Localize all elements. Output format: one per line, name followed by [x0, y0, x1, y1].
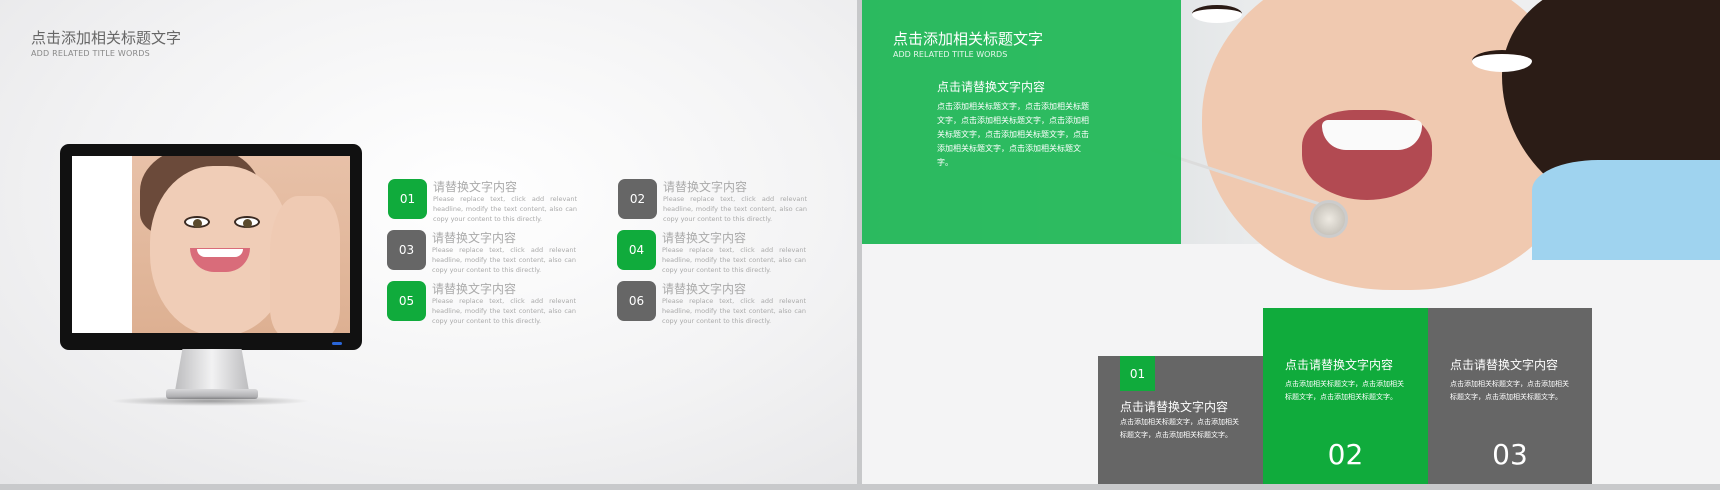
card-body: 点击添加相关标题文字，点击添加相关标题文字，点击添加相关标题文字。	[1285, 380, 1404, 401]
dental-mirror	[1310, 200, 1348, 238]
item-description: Please replace text, click add relevant …	[662, 246, 806, 274]
number-badge: 01	[388, 179, 427, 219]
monitor-stand-neck	[175, 349, 249, 391]
item-title: 请替换文字内容	[662, 282, 747, 296]
slide-subtitle: ADD RELATED TITLE WORDS	[31, 49, 150, 58]
card-title: 点击请替换文字内容	[1120, 400, 1229, 414]
card-02[interactable]: 点击请替换文字内容 点击添加相关标题文字，点击添加相关标题文字，点击添加相关标题…	[1263, 308, 1428, 484]
number-badge: 02	[618, 179, 657, 219]
number-badge: 04	[617, 230, 656, 270]
number-badge: 05	[387, 281, 426, 321]
slide-subtitle: ADD RELATED TITLE WORDS	[893, 50, 1008, 59]
item-description: Please replace text, click add relevant …	[432, 297, 576, 325]
card-number-badge: 01	[1120, 356, 1155, 391]
panel-body: 点击添加相关标题文字，点击添加相关标题文字，点击添加相关标题文字，点击添加相关标…	[937, 102, 1089, 167]
list-item[interactable]: 01 请替换文字内容 Please replace text, click ad…	[388, 179, 588, 227]
panel-heading: 点击请替换文字内容	[937, 80, 1046, 94]
presentation-canvas: 点击添加相关标题文字 ADD RELATED TITLE WORDS 01 请替…	[0, 0, 1720, 490]
item-title: 请替换文字内容	[663, 180, 748, 194]
item-title: 请替换文字内容	[432, 282, 517, 296]
monitor-image	[60, 144, 362, 350]
list-item[interactable]: 05 请替换文字内容 Please replace text, click ad…	[387, 281, 587, 329]
green-overlay-panel: 点击添加相关标题文字 ADD RELATED TITLE WORDS 点击请替换…	[862, 0, 1181, 244]
item-description: Please replace text, click add relevant …	[432, 246, 576, 274]
hero-bib	[1532, 160, 1720, 260]
number-badge: 06	[617, 281, 656, 321]
slide-title: 点击添加相关标题文字	[31, 29, 182, 47]
bottom-strip	[0, 484, 1720, 490]
portrait-hand	[270, 196, 340, 333]
card-big-number: 03	[1492, 438, 1528, 471]
portrait-right-eye	[234, 216, 260, 228]
item-description: Please replace text, click add relevant …	[662, 297, 806, 325]
item-title: 请替换文字内容	[433, 180, 518, 194]
number-badge: 03	[387, 230, 426, 270]
card-title: 点击请替换文字内容	[1285, 358, 1394, 372]
hero-eye	[1472, 50, 1532, 72]
hero-eye	[1192, 5, 1242, 23]
portrait-teeth	[197, 249, 243, 257]
monitor-screen	[72, 156, 350, 333]
list-item[interactable]: 04 请替换文字内容 Please replace text, click ad…	[617, 230, 817, 278]
slide-left[interactable]: 点击添加相关标题文字 ADD RELATED TITLE WORDS 01 请替…	[0, 0, 857, 484]
item-description: Please replace text, click add relevant …	[663, 195, 807, 223]
card-body: 点击添加相关标题文字，点击添加相关标题文字，点击添加相关标题文字。	[1120, 418, 1239, 439]
list-item[interactable]: 03 请替换文字内容 Please replace text, click ad…	[387, 230, 587, 278]
portrait-left-eye	[184, 216, 210, 228]
card-03[interactable]: 点击请替换文字内容 点击添加相关标题文字，点击添加相关标题文字，点击添加相关标题…	[1428, 308, 1592, 484]
item-title: 请替换文字内容	[662, 231, 747, 245]
list-item[interactable]: 06 请替换文字内容 Please replace text, click ad…	[617, 281, 817, 329]
slide-title: 点击添加相关标题文字	[893, 30, 1044, 48]
card-big-number: 02	[1327, 438, 1364, 471]
list-item[interactable]: 02 请替换文字内容 Please replace text, click ad…	[618, 179, 818, 227]
item-title: 请替换文字内容	[432, 231, 517, 245]
card-body: 点击添加相关标题文字，点击添加相关标题文字，点击添加相关标题文字。	[1450, 380, 1569, 401]
card-title: 点击请替换文字内容	[1450, 358, 1559, 372]
hero-teeth	[1322, 120, 1422, 150]
power-indicator-icon	[332, 342, 342, 345]
slide-right[interactable]: 点击添加相关标题文字 ADD RELATED TITLE WORDS 点击请替换…	[862, 0, 1720, 484]
item-description: Please replace text, click add relevant …	[433, 195, 577, 223]
monitor-shadow	[110, 396, 310, 406]
card-01[interactable]: 01 点击请替换文字内容 点击添加相关标题文字，点击添加相关标题文字，点击添加相…	[1098, 356, 1263, 484]
